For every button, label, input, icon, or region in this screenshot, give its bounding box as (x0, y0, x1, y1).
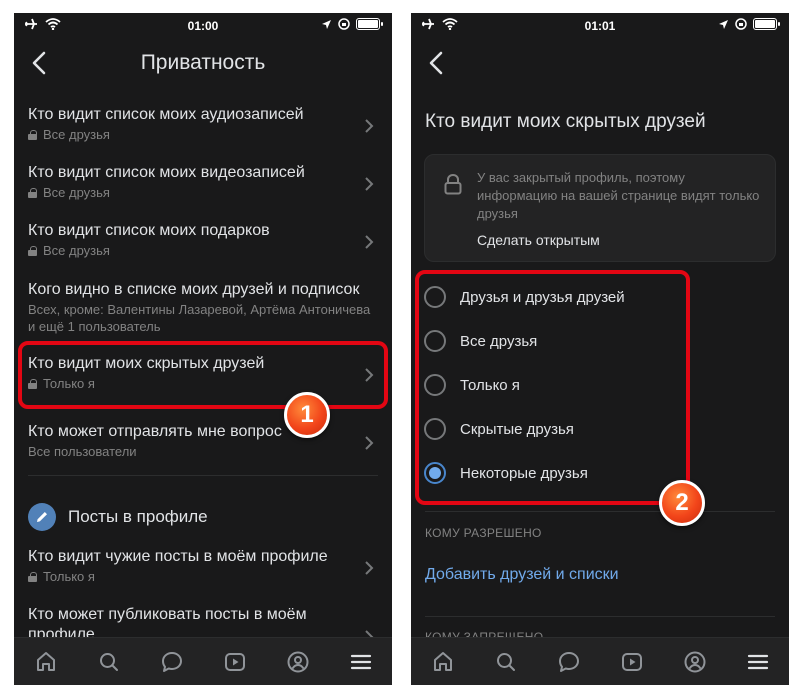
home-icon (36, 651, 55, 671)
search-icon (496, 652, 515, 671)
lock-icon (444, 173, 462, 195)
privacy-item-video[interactable]: Кто видит список моих видеозаписей Все д… (14, 163, 392, 201)
portrait-lock-icon (338, 18, 350, 30)
closed-profile-card: У вас закрытый профиль, поэтому информац… (424, 154, 776, 262)
privacy-item-audio[interactable]: Кто видит список моих аудиозаписей Все д… (14, 105, 392, 143)
item-title: Кто может публиковать посты в моём (28, 606, 307, 623)
tab-search[interactable] (486, 642, 526, 682)
home-icon (433, 651, 452, 671)
battery-icon (356, 18, 383, 30)
closed-profile-text: У вас закрытый профиль, поэтому информац… (477, 170, 760, 221)
messages-icon (558, 651, 579, 672)
pencil-icon (28, 503, 56, 531)
step-badge-2: 2 (659, 480, 705, 526)
portrait-lock-icon (735, 18, 747, 30)
highlight-box-1 (18, 341, 388, 409)
item-subtitle: Все пользователи (28, 444, 137, 459)
back-icon[interactable] (425, 49, 449, 77)
chevron-right-icon (365, 235, 374, 249)
messages-icon (161, 651, 182, 672)
battery-icon (753, 18, 780, 30)
lock-icon (28, 245, 37, 256)
chevron-right-icon (365, 119, 374, 133)
privacy-item-friends-list[interactable]: Кого видно в списке моих друзей и подпис… (14, 280, 392, 335)
chevron-right-icon (365, 436, 374, 450)
item-title: Кого видно в списке моих друзей и подпис… (28, 281, 360, 298)
privacy-item-gifts[interactable]: Кто видит список моих подарков Все друзь… (14, 221, 392, 259)
status-bar: 01:00 (14, 13, 392, 39)
tab-home[interactable] (26, 642, 66, 682)
tab-menu[interactable] (341, 642, 381, 682)
item-subtitle: Все друзья (43, 243, 110, 258)
menu-icon (747, 654, 768, 669)
menu-icon (350, 654, 371, 669)
highlight-box-2 (415, 270, 690, 505)
item-title: Кто видит список моих подарков (28, 222, 270, 239)
lock-icon (28, 571, 37, 582)
item-title: Кто видит список моих видеозаписей (28, 164, 305, 181)
tab-bar (411, 637, 789, 685)
item-subtitle: Все друзья (43, 185, 110, 200)
search-icon (99, 652, 118, 671)
tab-search[interactable] (89, 642, 129, 682)
section-divider (28, 475, 378, 476)
status-bar: 01:01 (411, 13, 789, 39)
section-title: Посты в профиле (68, 507, 208, 526)
tab-video[interactable] (215, 642, 255, 682)
section-header-posts: Посты в профиле (28, 503, 208, 531)
privacy-item-others-posts[interactable]: Кто видит чужие посты в моём профиле Тол… (14, 547, 392, 585)
allowed-header: КОМУ РАЗРЕШЕНО (425, 526, 542, 540)
chevron-right-icon (365, 177, 374, 191)
nav-bar (411, 43, 789, 83)
video-icon (224, 652, 245, 671)
chevron-right-icon (365, 561, 374, 575)
location-icon (719, 19, 728, 29)
item-title: Кто видит чужие посты в моём профиле (28, 548, 328, 565)
item-subtitle: Все друзья (43, 127, 110, 142)
add-friends-link[interactable]: Добавить друзей и списки (425, 566, 619, 584)
location-icon (322, 19, 331, 29)
tab-messages[interactable] (549, 642, 589, 682)
page-title: Приватность (140, 51, 266, 74)
tab-profile[interactable] (278, 642, 318, 682)
profile-icon (684, 651, 705, 672)
tab-menu[interactable] (738, 642, 778, 682)
lock-icon (28, 129, 37, 140)
profile-icon (287, 651, 308, 672)
video-icon (621, 652, 642, 671)
lock-icon (28, 187, 37, 198)
section-divider (425, 511, 775, 512)
item-subtitle: Только я (43, 569, 95, 584)
make-open-link[interactable]: Сделать открытым (477, 232, 600, 248)
privacy-item-questions[interactable]: Кто может отправлять мне вопрос Все поль… (14, 422, 392, 460)
tab-messages[interactable] (152, 642, 192, 682)
tab-home[interactable] (423, 642, 463, 682)
nav-bar: Приватность (14, 43, 392, 83)
tab-profile[interactable] (675, 642, 715, 682)
page-title: Кто видит моих скрытых друзей (425, 111, 706, 132)
step-badge-1: 1 (284, 392, 330, 438)
item-title: Кто видит список моих аудиозаписей (28, 106, 304, 123)
item-subtitle: Всех, кроме: Валентины Лазаревой, Артёма… (28, 302, 371, 334)
tab-bar (14, 637, 392, 685)
tab-video[interactable] (612, 642, 652, 682)
section-divider (425, 616, 775, 617)
